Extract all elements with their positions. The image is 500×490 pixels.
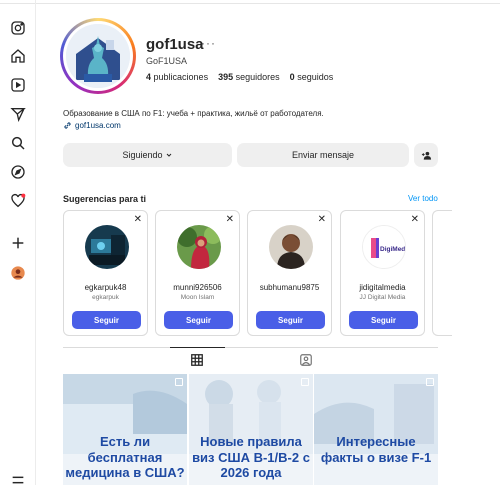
- svg-text:DigiMedia: DigiMedia: [380, 246, 406, 253]
- suggestion-subtitle: Moon Islam: [180, 294, 215, 301]
- chevron-down-icon: [166, 153, 171, 157]
- tagged-icon[interactable]: [299, 353, 313, 367]
- tab-active-indicator: [170, 347, 225, 348]
- profile-icon[interactable]: [8, 263, 28, 283]
- suggestion-avatar[interactable]: [177, 225, 221, 269]
- send-icon[interactable]: [8, 104, 28, 124]
- menu-icon[interactable]: [8, 470, 28, 490]
- suggestion-username[interactable]: jidigitalmedia: [341, 283, 424, 292]
- suggest-people-button[interactable]: [414, 143, 438, 167]
- grid-icon[interactable]: [190, 353, 204, 367]
- explore-icon[interactable]: [8, 162, 28, 182]
- tabs-divider: [63, 347, 438, 348]
- suggestion-subtitle: egkarpuk: [92, 294, 119, 301]
- profile-stats: 4 publicaciones 395 seguidores 0 seguido…: [146, 72, 333, 82]
- browser-bar: [0, 0, 500, 4]
- post-tile[interactable]: Есть ли бесплатная медицина в США?: [63, 374, 187, 485]
- suggestion-card: ✕ munni926506 Moon Islam Seguir: [155, 210, 240, 336]
- follow-button[interactable]: Seguir: [256, 311, 325, 329]
- post-caption: Интересные факты о визе F-1: [320, 434, 432, 465]
- close-icon[interactable]: ✕: [134, 214, 142, 225]
- post-caption: Новые правила виз США В-1/В-2 с 2026 год…: [192, 434, 310, 481]
- follow-button[interactable]: Seguir: [72, 311, 141, 329]
- post-tile[interactable]: Новые правила виз США В-1/В-2 с 2026 год…: [189, 374, 313, 485]
- suggestion-avatar[interactable]: [269, 225, 313, 269]
- follow-button[interactable]: Seguir: [349, 311, 418, 329]
- suggestion-avatar[interactable]: DigiMedia: [362, 225, 406, 269]
- instagram-icon[interactable]: [8, 18, 28, 38]
- reels-icon[interactable]: [8, 75, 28, 95]
- suggestion-subtitle: JJ Digital Media: [359, 294, 406, 301]
- suggestion-card: ✕ subhumanu9875 Seguir: [247, 210, 332, 336]
- profile-link[interactable]: gof1usa.com: [63, 121, 121, 130]
- profile-bio: Образование в США по F1: учеба + практик…: [63, 109, 324, 118]
- follow-button[interactable]: Seguir: [164, 311, 233, 329]
- link-icon: [64, 122, 71, 129]
- profile-full-name: GoF1USA: [146, 56, 188, 66]
- suggestion-card-partial: [432, 210, 452, 336]
- suggestion-username[interactable]: egkarpuk48: [64, 283, 147, 292]
- multi-image-icon: [301, 378, 309, 386]
- post-tile[interactable]: Интересные факты о визе F-1: [314, 374, 438, 485]
- post-caption: Есть ли бесплатная медицина в США?: [65, 434, 185, 481]
- close-icon[interactable]: ✕: [411, 214, 419, 225]
- suggestion-username[interactable]: munni926506: [156, 283, 239, 292]
- close-icon[interactable]: ✕: [226, 214, 234, 225]
- followers-stat[interactable]: 395 seguidores: [218, 72, 280, 82]
- posts-stat: 4 publicaciones: [146, 72, 209, 82]
- more-options-icon[interactable]: ···: [201, 36, 216, 50]
- profile-avatar[interactable]: [60, 18, 136, 94]
- create-icon[interactable]: [8, 233, 28, 253]
- post-image: [314, 374, 438, 485]
- following-stat[interactable]: 0 seguidos: [290, 72, 334, 82]
- statue-of-liberty-logo: [66, 24, 130, 88]
- suggestion-card: ✕ DigiMedia jidigitalmedia JJ Digital Me…: [340, 210, 425, 336]
- profile-username: gof1usa: [146, 36, 204, 53]
- following-button[interactable]: Siguiendo: [63, 143, 232, 167]
- suggestions-title: Sugerencias para ti: [63, 194, 147, 204]
- suggestion-username[interactable]: subhumanu9875: [248, 283, 331, 292]
- multi-image-icon: [175, 378, 183, 386]
- add-person-icon: [421, 151, 431, 160]
- home-icon[interactable]: [8, 46, 28, 66]
- see-all-link[interactable]: Ver todo: [408, 194, 438, 203]
- search-icon[interactable]: [8, 133, 28, 153]
- left-nav: [0, 0, 36, 485]
- suggestion-avatar[interactable]: [85, 225, 129, 269]
- close-icon[interactable]: ✕: [318, 214, 326, 225]
- suggestion-card: ✕ egkarpuk48 egkarpuk Seguir: [63, 210, 148, 336]
- heart-icon[interactable]: [8, 191, 28, 211]
- multi-image-icon: [426, 378, 434, 386]
- send-message-button[interactable]: Enviar mensaje: [237, 143, 409, 167]
